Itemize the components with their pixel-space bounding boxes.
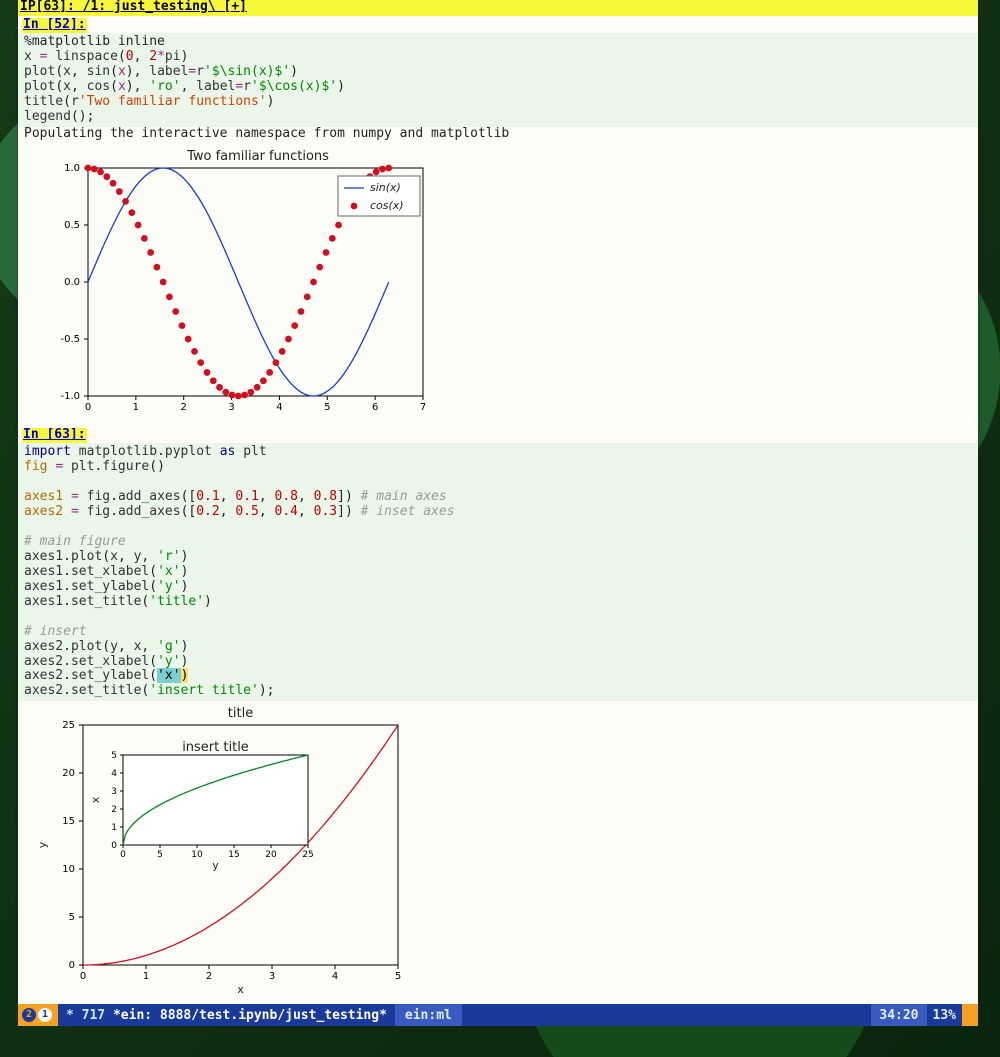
figure-output-2: title0123450510152025xy insert title0510… <box>18 701 978 1006</box>
svg-text:2: 2 <box>181 402 187 413</box>
svg-text:insert title: insert title <box>182 740 249 755</box>
svg-text:5: 5 <box>395 971 401 982</box>
line: axes1.set_ylabel('y') <box>24 579 188 594</box>
line: axes2 = fig.add_axes([0.2, 0.5, 0.4, 0.3… <box>24 504 455 519</box>
svg-text:2: 2 <box>206 971 212 982</box>
svg-text:3: 3 <box>269 971 275 982</box>
cursor: ) <box>181 668 189 683</box>
mode-line-left: 2 1 <box>18 1004 58 1026</box>
notebook-cell-63[interactable]: In [63]: import matplotlib.pyplot as plt… <box>18 426 978 1006</box>
svg-text:0: 0 <box>85 402 91 413</box>
svg-text:x: x <box>89 797 102 804</box>
svg-text:5: 5 <box>111 751 117 761</box>
line: axes2.plot(y, x, 'g') <box>24 639 188 654</box>
line: import matplotlib.pyplot as plt <box>24 444 267 459</box>
cell-stdout: Populating the interactive namespace fro… <box>18 127 978 142</box>
svg-text:1.0: 1.0 <box>64 163 80 174</box>
line: axes1.set_title('title') <box>24 594 212 609</box>
svg-text:20: 20 <box>62 768 75 779</box>
svg-text:0: 0 <box>111 841 117 851</box>
svg-text:-1.0: -1.0 <box>60 391 80 402</box>
svg-text:1: 1 <box>143 971 149 982</box>
line: x = linspace(0, 2*pi) <box>24 49 188 64</box>
svg-text:x: x <box>237 983 244 995</box>
svg-text:15: 15 <box>62 816 75 827</box>
mode-line-end <box>962 1004 978 1026</box>
svg-text:4: 4 <box>332 971 338 982</box>
svg-text:3: 3 <box>111 787 117 797</box>
line: # main figure <box>24 534 126 549</box>
mode-line-position: 34:20 <box>871 1004 926 1026</box>
code-input[interactable]: %matplotlib inline x = linspace(0, 2*pi)… <box>18 33 978 127</box>
mode-line-percent: 13% <box>927 1004 962 1026</box>
emacs-ein-buffer[interactable]: IP[63]: /1: just_testing\ [+] In [52]: %… <box>18 0 978 1004</box>
svg-text:1: 1 <box>111 823 117 833</box>
line: legend(); <box>24 109 94 124</box>
cursor-region: 'x' <box>157 668 180 683</box>
svg-text:0: 0 <box>69 960 75 971</box>
svg-text:7: 7 <box>420 402 426 413</box>
line: axes2.set_xlabel('y') <box>24 654 188 669</box>
code-input[interactable]: import matplotlib.pyplot as plt fig = pl… <box>18 443 978 701</box>
workspace-indicator-icon: 2 <box>22 1008 36 1022</box>
svg-text:0.0: 0.0 <box>64 277 80 288</box>
chart-title: Two familiar functions <box>186 149 329 164</box>
svg-text:1: 1 <box>133 402 139 413</box>
line: title(r'Two familiar functions') <box>24 94 274 109</box>
line: # insert <box>24 624 87 639</box>
mode-line-buffer: * 717 *ein: 8888/test.ipynb/just_testing… <box>58 1008 395 1023</box>
figure-output-1: Two familiar functions 0 1 2 3 4 5 6 7 -1.0 -0.5 0… <box>18 142 978 427</box>
svg-text:cos(x): cos(x) <box>370 199 404 212</box>
cell-prompt: In [63]: <box>22 428 87 443</box>
svg-text:15: 15 <box>228 850 239 860</box>
line: axes2.set_ylabel('x') <box>24 668 188 683</box>
svg-text:20: 20 <box>265 850 277 860</box>
mode-line-mode: ein:ml <box>395 1004 462 1026</box>
line: plot(x, sin(x), label=r'$\sin(x)$') <box>24 64 298 79</box>
line: axes1 = fig.add_axes([0.1, 0.1, 0.8, 0.8… <box>24 489 447 504</box>
line: plot(x, cos(x), 'ro', label=r'$\cos(x)$'… <box>24 79 345 94</box>
svg-text:y: y <box>36 842 49 849</box>
svg-text:y: y <box>212 859 219 872</box>
buffer-header: IP[63]: /1: just_testing\ [+] <box>18 0 978 16</box>
trig-chart: Two familiar functions 0 1 2 3 4 5 6 7 -1.0 -0.5 0… <box>38 146 428 416</box>
svg-text:10: 10 <box>191 850 203 860</box>
svg-text:0: 0 <box>120 850 126 860</box>
svg-text:2: 2 <box>111 805 117 815</box>
cell-prompt: In [52]: <box>22 18 87 33</box>
svg-text:10: 10 <box>62 864 75 875</box>
line: axes1.plot(x, y, 'r') <box>24 549 188 564</box>
svg-text:5: 5 <box>324 402 330 413</box>
svg-text:4: 4 <box>111 769 117 779</box>
svg-text:0.5: 0.5 <box>64 220 80 231</box>
svg-text:25: 25 <box>62 720 75 731</box>
svg-text:5: 5 <box>69 912 75 923</box>
svg-text:4: 4 <box>276 402 282 413</box>
chart-legend: sin(x) cos(x) <box>338 176 420 216</box>
mode-line: 2 1 * 717 *ein: 8888/test.ipynb/just_tes… <box>18 1004 978 1026</box>
svg-text:25: 25 <box>302 850 313 860</box>
line: axes2.set_title('insert title'); <box>24 683 274 698</box>
inset-chart: title0123450510152025xy insert title0510… <box>28 705 428 995</box>
svg-text:5: 5 <box>157 850 163 860</box>
svg-text:3: 3 <box>228 402 234 413</box>
line: fig = plt.figure() <box>24 459 165 474</box>
svg-text:-0.5: -0.5 <box>60 334 80 345</box>
svg-text:6: 6 <box>372 402 378 413</box>
line: %matplotlib inline <box>24 34 165 49</box>
svg-text:sin(x): sin(x) <box>370 181 401 194</box>
svg-text:title: title <box>228 706 253 721</box>
workspace-indicator-icon: 1 <box>38 1008 52 1022</box>
svg-text:0: 0 <box>80 971 86 982</box>
notebook-cell-52[interactable]: In [52]: %matplotlib inline x = linspace… <box>18 16 978 426</box>
line: axes1.set_xlabel('x') <box>24 564 188 579</box>
